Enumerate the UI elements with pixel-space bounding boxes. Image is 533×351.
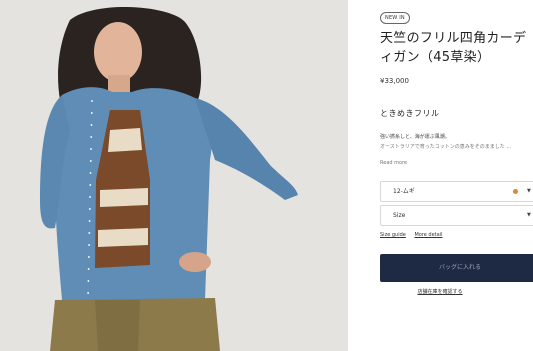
color-select-value: 12-ムギ — [393, 188, 415, 195]
color-select[interactable]: 12-ムギ ▼ — [380, 181, 533, 202]
more-detail-link[interactable]: More detail — [414, 232, 442, 238]
check-store-stock-link[interactable]: 店舗在庫を確認する — [380, 288, 500, 295]
product-price: ¥33,000 — [380, 77, 409, 85]
product-info-panel: NEW IN 天竺のフリル四角カーディガン（45草染） ¥33,000 ときめき… — [348, 0, 533, 351]
product-title: 天竺のフリル四角カーディガン（45草染） — [380, 31, 527, 65]
product-photo — [0, 0, 348, 351]
read-more-link[interactable]: Read more — [380, 160, 407, 166]
product-subtitle: ときめきフリル — [380, 109, 440, 118]
color-swatch-icon — [513, 189, 518, 194]
description-line-2: オーストラリアで育ったコットンの恵みをそのまました ... — [380, 144, 512, 150]
model-image — [0, 0, 348, 351]
product-page: NEW IN 天竺のフリル四角カーディガン（45草染） ¥33,000 ときめき… — [0, 0, 533, 351]
caret-down-icon: ▼ — [527, 212, 531, 218]
size-select[interactable]: Size ▼ — [380, 205, 533, 226]
size-select-value: Size — [393, 212, 406, 219]
new-in-badge: NEW IN — [380, 12, 410, 24]
add-to-bag-button[interactable]: バッグに入れる — [380, 254, 533, 282]
detail-links: Size guide More detail — [380, 232, 449, 238]
description-line-1: 強い撚糸しと、海が運ぶ風潮。 — [380, 134, 450, 140]
size-guide-link[interactable]: Size guide — [380, 232, 406, 238]
caret-down-icon: ▼ — [527, 188, 531, 194]
